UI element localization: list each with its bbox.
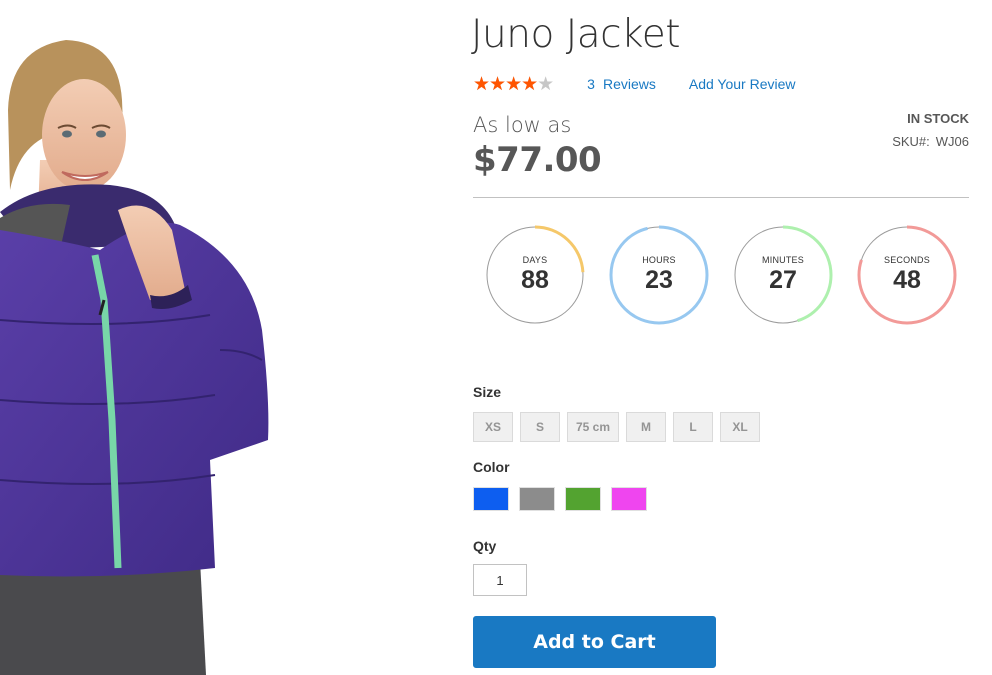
size-swatches: XS S 75 cm M L XL [473,412,767,442]
divider [473,197,969,198]
color-option-green[interactable] [565,487,601,511]
color-swatches [473,487,657,511]
product-image[interactable] [0,0,440,675]
product-reviews-summary: ★★★★★ ★★★★★ 3 Reviews Add Your Review [473,74,796,94]
size-option-s[interactable]: S [520,412,560,442]
size-option-m[interactable]: M [626,412,667,442]
add-review-link[interactable]: Add Your Review [689,76,796,92]
size-option-xs[interactable]: XS [473,412,513,442]
color-option-blue[interactable] [473,487,509,511]
color-label: Color [473,459,510,475]
countdown-minutes: MINUTES 27 [733,225,833,325]
add-to-cart-button[interactable]: Add to Cart [473,616,716,668]
countdown-timer: DAYS 88 HOURS 23 MINUTES 27 SECONDS 48 [485,225,965,325]
countdown-value: 23 [645,266,673,294]
rating-stars: ★★★★★ ★★★★★ [473,74,554,94]
color-option-pink[interactable] [611,487,647,511]
price-label: As low as [473,113,572,137]
size-option-xl[interactable]: XL [720,412,761,442]
reviews-count: 3 [587,76,595,92]
product-price: $77.00 [473,140,602,180]
qty-label: Qty [473,538,497,554]
countdown-label: HOURS [642,255,676,265]
sku-value: WJ06 [935,134,969,149]
sku-label: SKU#: [892,134,930,149]
size-label: Size [473,384,502,400]
countdown-hours: HOURS 23 [609,225,709,325]
countdown-label: DAYS [522,255,548,265]
countdown-value: 88 [521,266,549,294]
product-photo-icon [0,40,269,675]
countdown-value: 27 [769,266,797,294]
size-option-75cm[interactable]: 75 cm [567,412,620,442]
product-sku: SKU#: WJ06 [892,134,969,149]
size-option-l[interactable]: L [673,412,714,442]
reviews-link[interactable]: 3 Reviews [587,76,656,92]
product-title: Juno Jacket [471,12,681,57]
reviews-label: Reviews [602,76,656,92]
stock-status: In stock [907,111,969,126]
countdown-seconds: SECONDS 48 [857,225,957,325]
qty-input[interactable] [473,564,527,596]
countdown-value: 48 [893,266,921,294]
color-option-gray[interactable] [519,487,555,511]
rating-stars-filled-icon: ★★★★★ [473,74,538,94]
countdown-days: DAYS 88 [485,225,585,325]
countdown-label: SECONDS [884,255,930,265]
countdown-label: MINUTES [762,255,804,265]
